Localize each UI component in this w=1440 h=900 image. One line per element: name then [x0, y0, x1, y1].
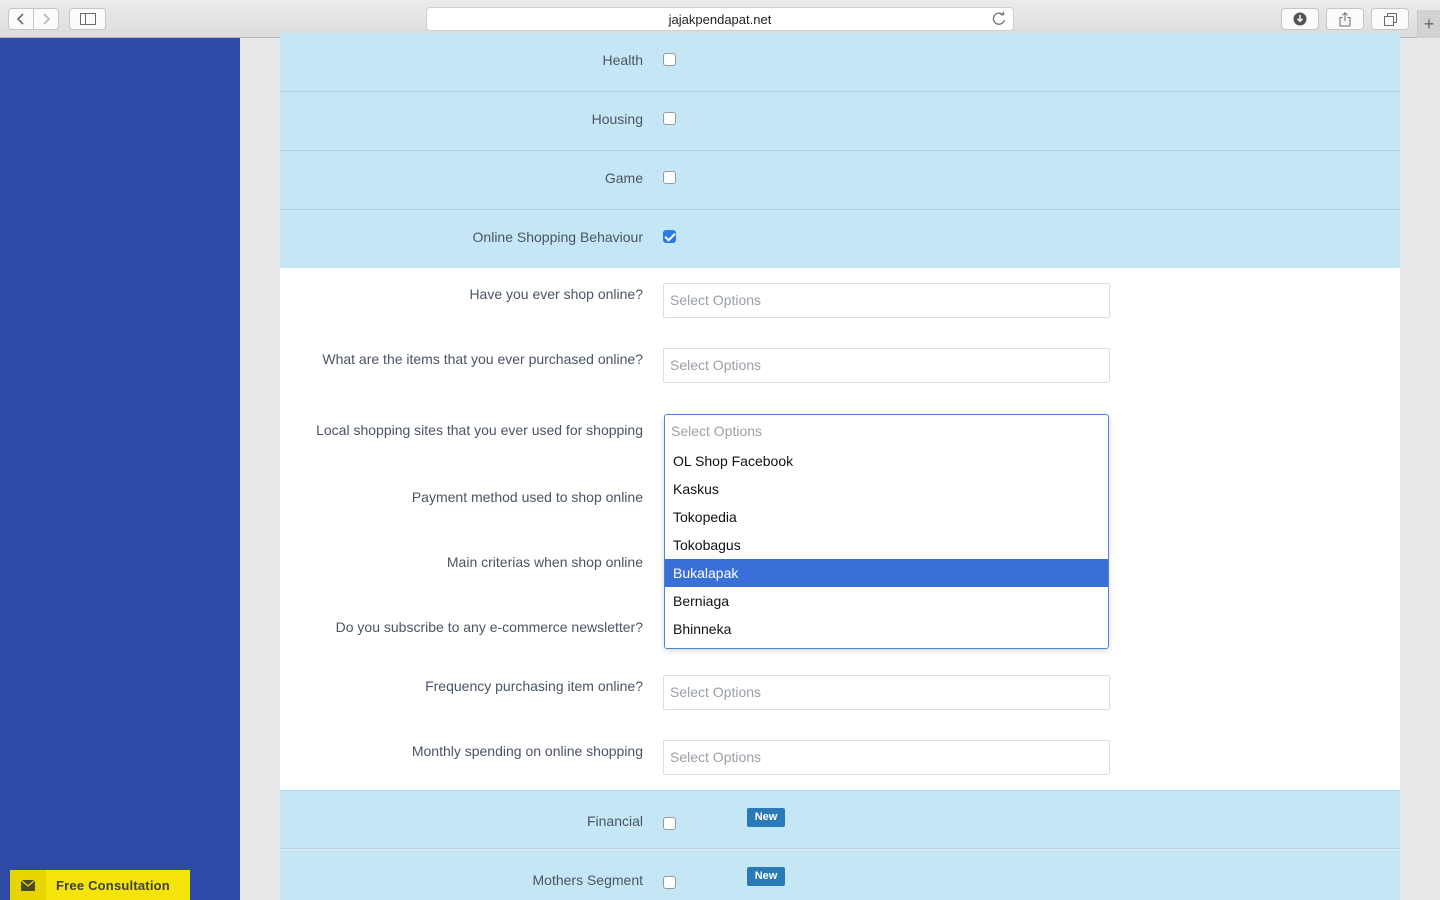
- category-row-financial: Financial New: [280, 790, 1400, 849]
- forward-button[interactable]: [33, 8, 59, 30]
- dropdown-option[interactable]: Kaskus: [665, 475, 1108, 503]
- free-consultation-label: Free Consultation: [56, 877, 170, 893]
- question-row: Have you ever shop online? Select Option…: [280, 283, 1400, 319]
- game-checkbox[interactable]: [663, 171, 676, 184]
- mothers-segment-checkbox[interactable]: [663, 876, 676, 889]
- chevron-right-icon: [43, 13, 51, 25]
- dropdown-search-input[interactable]: Select Options: [665, 415, 1108, 447]
- left-sidebar: [0, 38, 240, 900]
- category-row-health: Health: [280, 33, 1400, 92]
- online-shopping-checkbox[interactable]: [663, 230, 676, 243]
- tab-overview-button[interactable]: [1371, 8, 1409, 30]
- envelope-icon: [10, 870, 46, 900]
- new-badge: New: [747, 808, 785, 827]
- question-label: Payment method used to shop online: [411, 489, 643, 505]
- sidebar-icon: [79, 13, 96, 25]
- select-options-field[interactable]: Select Options: [663, 348, 1110, 383]
- tabs-icon: [1383, 12, 1397, 26]
- shopping-sites-dropdown[interactable]: Select Options OL Shop Facebook Kaskus T…: [664, 414, 1109, 649]
- reload-icon[interactable]: [991, 11, 1007, 27]
- category-label: Health: [602, 52, 643, 68]
- share-icon: [1339, 11, 1351, 26]
- question-label: Local shopping sites that you ever used …: [316, 422, 643, 438]
- category-row-game: Game: [280, 151, 1400, 210]
- dropdown-option[interactable]: Tokobagus: [665, 531, 1108, 559]
- question-label: Have you ever shop online?: [469, 286, 643, 302]
- question-label: What are the items that you ever purchas…: [322, 351, 643, 367]
- category-row-housing: Housing: [280, 92, 1400, 151]
- category-row-online-shopping: Online Shopping Behaviour: [280, 210, 1400, 269]
- select-options-field[interactable]: Select Options: [663, 675, 1110, 710]
- category-label: Financial: [586, 813, 643, 829]
- survey-form: Health Housing Game Online Shopping Beha…: [280, 33, 1400, 900]
- sidebar-toggle-button[interactable]: [69, 8, 106, 30]
- free-consultation-button[interactable]: Free Consultation: [10, 870, 190, 900]
- category-label: Mothers Segment: [532, 872, 644, 888]
- question-label: Do you subscribe to any e-commerce newsl…: [335, 619, 643, 635]
- question-row: What are the items that you ever purchas…: [280, 348, 1400, 384]
- question-label: Monthly spending on online shopping: [411, 743, 643, 759]
- question-label: Frequency purchasing item online?: [425, 678, 643, 694]
- select-options-field[interactable]: Select Options: [663, 740, 1110, 775]
- dropdown-option-highlighted[interactable]: Bukalapak: [665, 559, 1108, 587]
- new-tab-button[interactable]: +: [1417, 10, 1440, 38]
- health-checkbox[interactable]: [663, 53, 676, 66]
- download-icon: [1293, 12, 1307, 26]
- question-label: Main criterias when shop online: [446, 554, 643, 570]
- category-label: Game: [604, 170, 643, 186]
- dropdown-option[interactable]: Berniaga: [665, 587, 1108, 615]
- dropdown-option[interactable]: Bhinneka: [665, 615, 1108, 643]
- address-bar[interactable]: jajakpendapat.net: [426, 7, 1014, 31]
- select-options-field[interactable]: Select Options: [663, 283, 1110, 318]
- url-text: jajakpendapat.net: [668, 12, 772, 27]
- financial-checkbox[interactable]: [663, 817, 676, 830]
- new-badge: New: [747, 867, 785, 886]
- chevron-left-icon: [16, 13, 24, 25]
- category-label: Online Shopping Behaviour: [472, 229, 643, 245]
- dropdown-option[interactable]: Tokopedia: [665, 503, 1108, 531]
- housing-checkbox[interactable]: [663, 112, 676, 125]
- question-row: Frequency purchasing item online? Select…: [280, 675, 1400, 711]
- dropdown-option[interactable]: OL Shop Facebook: [665, 447, 1108, 475]
- question-row: Monthly spending on online shopping Sele…: [280, 740, 1400, 776]
- category-row-mothers-segment: Mothers Segment New: [280, 850, 1400, 900]
- back-button[interactable]: [8, 8, 34, 30]
- share-button[interactable]: [1326, 8, 1364, 30]
- downloads-button[interactable]: [1281, 8, 1319, 30]
- category-label: Housing: [591, 111, 643, 127]
